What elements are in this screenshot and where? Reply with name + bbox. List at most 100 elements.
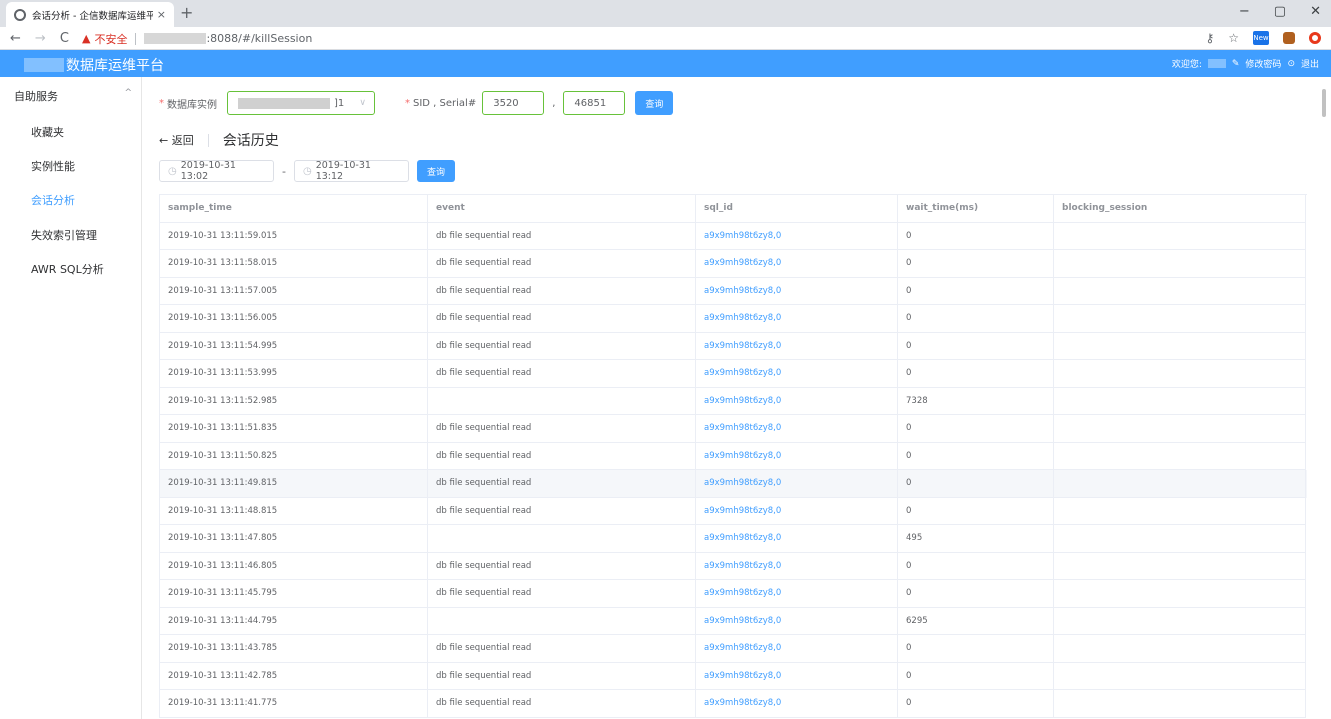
table-row[interactable]: 2019-10-31 13:11:56.005 db file sequentia… (160, 305, 1307, 333)
opera-extension-icon[interactable] (1309, 32, 1321, 44)
serial-input[interactable]: 46851 (563, 91, 626, 115)
column-header[interactable]: event (428, 195, 696, 223)
clock-icon: ◷ (168, 165, 177, 177)
cell-event: db file sequential read (428, 690, 696, 718)
header-divider (207, 133, 209, 147)
change-password-link[interactable]: 修改密码 (1245, 57, 1281, 70)
table-row[interactable]: 2019-10-31 13:11:59.015 db file sequentia… (160, 222, 1307, 250)
table-row[interactable]: 2019-10-31 13:11:52.985 a9x9mh98t6zy8,0 73… (160, 387, 1307, 415)
new-tab-button[interactable]: + (180, 3, 193, 22)
cell-sql-id[interactable]: a9x9mh98t6zy8,0 (696, 277, 898, 305)
cell-sql-id[interactable]: a9x9mh98t6zy8,0 (696, 497, 898, 525)
new-extension-icon[interactable]: New (1253, 31, 1269, 45)
cell-event: db file sequential read (428, 497, 696, 525)
table-row[interactable]: 2019-10-31 13:11:57.005 db file sequentia… (160, 277, 1307, 305)
cell-sql-id[interactable]: a9x9mh98t6zy8,0 (696, 662, 898, 690)
edit-icon: ✎ (1231, 58, 1240, 69)
cell-event (428, 607, 696, 635)
close-window-button[interactable]: ✕ (1310, 4, 1321, 19)
main-content: * 数据库实例 ]1 ∨ * SID , Serial# 3520 , 4685… (143, 77, 1331, 719)
query-button[interactable]: 查询 (635, 91, 674, 115)
cell-sample-time: 2019-10-31 13:11:44.795 (160, 607, 428, 635)
cell-sample-time: 2019-10-31 13:11:47.805 (160, 525, 428, 553)
scrollbar-thumb[interactable] (1322, 89, 1326, 117)
forward-arrow-icon[interactable]: → (35, 31, 46, 46)
back-arrow-icon[interactable]: ← (10, 31, 21, 46)
cell-blocking-session (1054, 277, 1306, 305)
table-row[interactable]: 2019-10-31 13:11:43.785 db file sequentia… (160, 635, 1307, 663)
table-row[interactable]: 2019-10-31 13:11:50.825 db file sequentia… (160, 442, 1307, 470)
column-header[interactable]: sample_time (160, 195, 428, 223)
cell-sql-id[interactable]: a9x9mh98t6zy8,0 (696, 332, 898, 360)
cell-wait-time: 0 (898, 635, 1054, 663)
column-header[interactable]: blocking_session (1054, 195, 1306, 223)
cell-sample-time: 2019-10-31 13:11:49.815 (160, 470, 428, 498)
extension-icon[interactable] (1283, 32, 1295, 44)
app-header: 数据库运维平台 欢迎您: ✎ 修改密码 ⊙ 退出 (0, 50, 1331, 77)
cell-event: db file sequential read (428, 442, 696, 470)
sidebar-item-awr-sql[interactable]: AWR SQL分析 (31, 261, 104, 277)
table-row[interactable]: 2019-10-31 13:11:49.815 db file sequentia… (160, 470, 1307, 498)
cell-sql-id[interactable]: a9x9mh98t6zy8,0 (696, 635, 898, 663)
omnibox[interactable]: ▲ 不安全 :8088/#/killSession (82, 29, 1182, 48)
column-header[interactable]: sql_id (696, 195, 898, 223)
cell-sql-id[interactable]: a9x9mh98t6zy8,0 (696, 580, 898, 608)
cell-sql-id[interactable]: a9x9mh98t6zy8,0 (696, 442, 898, 470)
cell-sql-id[interactable]: a9x9mh98t6zy8,0 (696, 607, 898, 635)
table-row[interactable]: 2019-10-31 13:11:54.995 db file sequentia… (160, 332, 1307, 360)
start-time-picker[interactable]: ◷ 2019-10-31 13:02 (159, 160, 274, 182)
cell-sql-id[interactable]: a9x9mh98t6zy8,0 (696, 552, 898, 580)
cell-wait-time: 0 (898, 415, 1054, 443)
tab-close-icon[interactable]: × (157, 8, 166, 21)
table-row[interactable]: 2019-10-31 13:11:41.775 db file sequentia… (160, 690, 1307, 718)
cell-blocking-session (1054, 222, 1306, 250)
cell-sql-id[interactable]: a9x9mh98t6zy8,0 (696, 305, 898, 333)
star-icon[interactable]: ☆ (1228, 31, 1239, 45)
cell-sample-time: 2019-10-31 13:11:41.775 (160, 690, 428, 718)
sidebar-item-favorites[interactable]: 收藏夹 (31, 124, 64, 140)
logout-link[interactable]: 退出 (1301, 57, 1319, 70)
cell-event (428, 387, 696, 415)
db-instance-select[interactable]: ]1 ∨ (227, 91, 375, 115)
table-row[interactable]: 2019-10-31 13:11:44.795 a9x9mh98t6zy8,0 62… (160, 607, 1307, 635)
reload-icon[interactable]: C (60, 31, 69, 46)
sidebar-group-self-service[interactable]: 自助服务 ^ (14, 88, 132, 104)
table-row[interactable]: 2019-10-31 13:11:46.805 db file sequentia… (160, 552, 1307, 580)
column-header[interactable]: wait_time(ms) (898, 195, 1054, 223)
end-time-picker[interactable]: ◷ 2019-10-31 13:12 (293, 160, 409, 182)
cell-sql-id[interactable]: a9x9mh98t6zy8,0 (696, 470, 898, 498)
cell-sql-id[interactable]: a9x9mh98t6zy8,0 (696, 690, 898, 718)
sidebar-item-invalid-index[interactable]: 失效索引管理 (31, 227, 97, 243)
maximize-button[interactable]: ▢ (1274, 4, 1286, 19)
cell-sample-time: 2019-10-31 13:11:56.005 (160, 305, 428, 333)
table-row[interactable]: 2019-10-31 13:11:53.995 db file sequentia… (160, 360, 1307, 388)
cell-event: db file sequential read (428, 250, 696, 278)
cell-sql-id[interactable]: a9x9mh98t6zy8,0 (696, 222, 898, 250)
cell-blocking-session (1054, 580, 1306, 608)
table-row[interactable]: 2019-10-31 13:11:48.815 db file sequentia… (160, 497, 1307, 525)
minimize-button[interactable]: − (1239, 4, 1250, 19)
cell-sample-time: 2019-10-31 13:11:43.785 (160, 635, 428, 663)
cell-sql-id[interactable]: a9x9mh98t6zy8,0 (696, 387, 898, 415)
table-row[interactable]: 2019-10-31 13:11:47.805 a9x9mh98t6zy8,0 49… (160, 525, 1307, 553)
cell-wait-time: 0 (898, 690, 1054, 718)
cell-sql-id[interactable]: a9x9mh98t6zy8,0 (696, 525, 898, 553)
cell-sql-id[interactable]: a9x9mh98t6zy8,0 (696, 415, 898, 443)
table-row[interactable]: 2019-10-31 13:11:58.015 db file sequentia… (160, 250, 1307, 278)
table-row[interactable]: 2019-10-31 13:11:51.835 db file sequentia… (160, 415, 1307, 443)
back-button[interactable]: ← 返回 (159, 132, 194, 148)
key-icon[interactable]: ⚷ (1205, 31, 1214, 45)
sid-input[interactable]: 3520 (482, 91, 545, 115)
cell-sample-time: 2019-10-31 13:11:46.805 (160, 552, 428, 580)
history-query-button[interactable]: 查询 (416, 160, 455, 182)
sidebar-item-instance-performance[interactable]: 实例性能 (31, 158, 75, 174)
browser-tab[interactable]: 会话分析 - 企信数据库运维平台 × (6, 2, 174, 27)
cell-sample-time: 2019-10-31 13:11:42.785 (160, 662, 428, 690)
cell-sql-id[interactable]: a9x9mh98t6zy8,0 (696, 250, 898, 278)
security-indicator[interactable]: ▲ 不安全 (82, 31, 127, 47)
table-row[interactable]: 2019-10-31 13:11:45.795 db file sequentia… (160, 580, 1307, 608)
sidebar-item-session-analysis[interactable]: 会话分析 (31, 192, 75, 208)
cell-sql-id[interactable]: a9x9mh98t6zy8,0 (696, 360, 898, 388)
app-logo[interactable]: 数据库运维平台 (24, 55, 164, 75)
table-row[interactable]: 2019-10-31 13:11:42.785 db file sequentia… (160, 662, 1307, 690)
